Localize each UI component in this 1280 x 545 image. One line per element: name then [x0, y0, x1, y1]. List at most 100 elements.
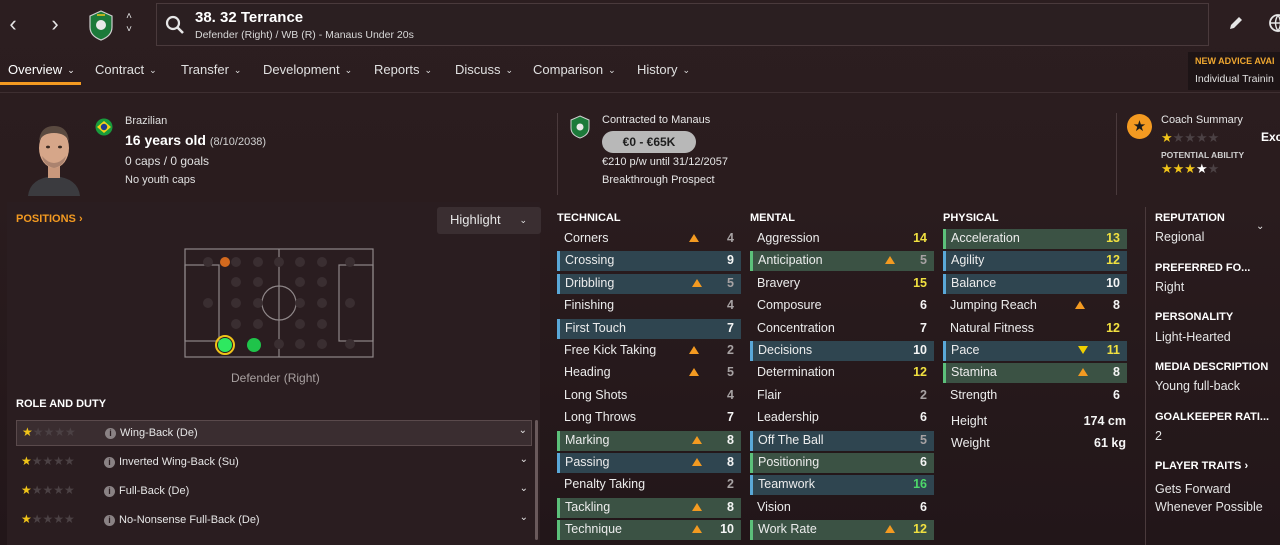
chevron-down-icon[interactable]: ⌄ [520, 454, 528, 465]
attribute-row-natural-fitness[interactable]: Natural Fitness 12 [943, 319, 1127, 339]
tab-reports[interactable]: Reports ⌄ [374, 56, 432, 86]
player-name: 38. 32 Terrance [195, 9, 304, 26]
technical-heading: TECHNICAL [557, 212, 621, 224]
positions-heading[interactable]: POSITIONS › [16, 213, 83, 225]
role-row-wing-back[interactable]: ★★★★★ i Wing-Back (De) ⌄ [16, 420, 532, 446]
chevron-down-icon[interactable]: ⌄ [519, 425, 527, 436]
attribute-row-passing[interactable]: Passing 8 [557, 453, 741, 473]
chevron-down-icon: ⌄ [519, 215, 527, 225]
age-line: 16 years old (8/10/2038) [125, 132, 266, 148]
improving-arrow-icon [1078, 368, 1088, 377]
attribute-label: Marking [565, 432, 610, 447]
attribute-row-long-throws[interactable]: Long Throws 7 [557, 408, 741, 428]
attribute-row-bravery[interactable]: Bravery 15 [750, 274, 934, 294]
attribute-row-pace[interactable]: Pace 11 [943, 341, 1127, 361]
attribute-row-flair[interactable]: Flair 2 [750, 386, 934, 406]
attribute-label: Jumping Reach [950, 298, 1037, 313]
back-arrow-icon[interactable]: ‹ [3, 12, 23, 36]
height-value: 174 cm [1083, 414, 1126, 428]
club-crest-icon[interactable] [88, 9, 114, 41]
attribute-label: Positioning [758, 455, 820, 469]
attribute-row-stamina[interactable]: Stamina 8 [943, 363, 1127, 384]
tab-transfer[interactable]: Transfer ⌄ [181, 56, 241, 86]
attribute-label: Passing [565, 455, 610, 469]
attribute-label: Teamwork [758, 477, 815, 492]
attribute-row-free-kick-taking[interactable]: Free Kick Taking 2 [557, 341, 741, 361]
attribute-row-corners[interactable]: Corners 4 [557, 229, 741, 249]
tab-history[interactable]: History ⌄ [637, 56, 690, 86]
attribute-row-work-rate[interactable]: Work Rate 12 [750, 520, 934, 541]
highlight-dropdown[interactable]: Highlight ⌄ [437, 207, 541, 234]
player-search-box[interactable]: 38. 32 Terrance Defender (Right) / WB (R… [156, 3, 1209, 46]
forward-arrow-icon[interactable]: › [45, 12, 65, 36]
attribute-row-concentration[interactable]: Concentration 7 [750, 319, 934, 339]
attribute-row-balance[interactable]: Balance 10 [943, 273, 1127, 294]
attribute-row-teamwork[interactable]: Teamwork 16 [750, 475, 934, 496]
improving-arrow-icon [885, 525, 895, 534]
attribute-value: 11 [1106, 343, 1120, 357]
attribute-row-heading[interactable]: Heading 5 [557, 363, 741, 383]
position-caption: Defender (Right) [231, 371, 320, 385]
personality-heading: PERSONALITY [1155, 311, 1234, 323]
info-icon[interactable]: i [104, 457, 115, 468]
attribute-row-vision[interactable]: Vision 6 [750, 498, 934, 518]
role-duty-heading: ROLE AND DUTY [16, 398, 107, 410]
attribute-value: 4 [727, 298, 734, 313]
youth-caps: No youth caps [125, 174, 196, 186]
attribute-label: Bravery [757, 275, 801, 290]
attribute-row-crossing[interactable]: Crossing 9 [557, 251, 741, 272]
attribute-row-technique[interactable]: Technique 10 [557, 520, 741, 541]
chevron-down-icon[interactable]: ⌄ [520, 483, 528, 494]
attribute-value: 2 [727, 343, 734, 357]
attribute-label: Composure [757, 298, 822, 313]
attribute-row-penalty-taking[interactable]: Penalty Taking 2 [557, 475, 741, 495]
globe-icon[interactable] [1268, 13, 1280, 33]
attribute-label: Long Shots [564, 387, 628, 402]
attribute-row-acceleration[interactable]: Acceleration 13 [943, 229, 1127, 249]
attribute-row-first-touch[interactable]: First Touch 7 [557, 318, 741, 339]
player-traits-heading[interactable]: PLAYER TRAITS › [1155, 460, 1248, 472]
info-icon[interactable]: i [104, 515, 115, 526]
player-trait-line-2: Whenever Possible [1155, 500, 1263, 514]
attribute-row-leadership[interactable]: Leadership 6 [750, 408, 934, 428]
attribute-label: Free Kick Taking [564, 343, 657, 357]
chevron-down-icon[interactable]: ⌄ [520, 512, 528, 523]
chevron-down-icon[interactable]: ⌄ [1256, 221, 1264, 232]
attribute-row-aggression[interactable]: Aggression 14 [750, 229, 934, 249]
info-icon[interactable]: i [105, 428, 116, 439]
attribute-label: Tackling [565, 499, 611, 514]
roles-scrollbar[interactable] [535, 420, 538, 540]
tab-comparison[interactable]: Comparison ⌄ [533, 56, 616, 86]
attribute-row-finishing[interactable]: Finishing 4 [557, 296, 741, 316]
attribute-label: Technique [565, 522, 622, 537]
attribute-row-long-shots[interactable]: Long Shots 4 [557, 386, 741, 406]
tab-contract[interactable]: Contract ⌄ [95, 56, 157, 86]
role-row-no-nonsense-full-back[interactable]: ★★★★★ i No-Nonsense Full-Back (De) ⌄ [16, 508, 532, 534]
attribute-row-tackling[interactable]: Tackling 8 [557, 497, 741, 518]
attribute-row-agility[interactable]: Agility 12 [943, 251, 1127, 272]
edit-pencil-icon[interactable] [1227, 14, 1245, 32]
attribute-row-decisions[interactable]: Decisions 10 [750, 341, 934, 361]
attribute-label: Finishing [564, 298, 615, 313]
role-row-inverted-wing-back[interactable]: ★★★★★ i Inverted Wing-Back (Su) ⌄ [16, 450, 532, 476]
attribute-row-anticipation[interactable]: Anticipation 5 [750, 251, 934, 272]
attribute-row-off-the-ball[interactable]: Off The Ball 5 [750, 430, 934, 451]
info-icon[interactable]: i [104, 486, 115, 497]
tab-discuss[interactable]: Discuss ⌄ [455, 56, 513, 86]
attribute-value: 8 [1113, 298, 1120, 313]
attribute-row-positioning[interactable]: Positioning 6 [750, 453, 934, 473]
attribute-row-marking[interactable]: Marking 8 [557, 430, 741, 451]
attribute-label: Heading [564, 365, 611, 380]
attribute-label: Agility [951, 253, 985, 268]
role-row-full-back[interactable]: ★★★★★ i Full-Back (De) ⌄ [16, 479, 532, 505]
attribute-label: Flair [757, 387, 782, 402]
attribute-row-dribbling[interactable]: Dribbling 5 [557, 273, 741, 294]
tab-development[interactable]: Development ⌄ [263, 56, 352, 86]
attribute-row-jumping-reach[interactable]: Jumping Reach 8 [943, 296, 1127, 316]
attribute-row-composure[interactable]: Composure 6 [750, 296, 934, 316]
new-advice-notice[interactable]: NEW ADVICE AVAI Individual Trainin [1188, 52, 1280, 90]
attribute-row-strength[interactable]: Strength 6 [943, 386, 1127, 406]
player-switch-arrows[interactable]: ˄ ˅ [121, 10, 137, 36]
attribute-row-determination[interactable]: Determination 12 [750, 363, 934, 383]
transfer-value[interactable]: €0 - €65K [602, 131, 696, 153]
